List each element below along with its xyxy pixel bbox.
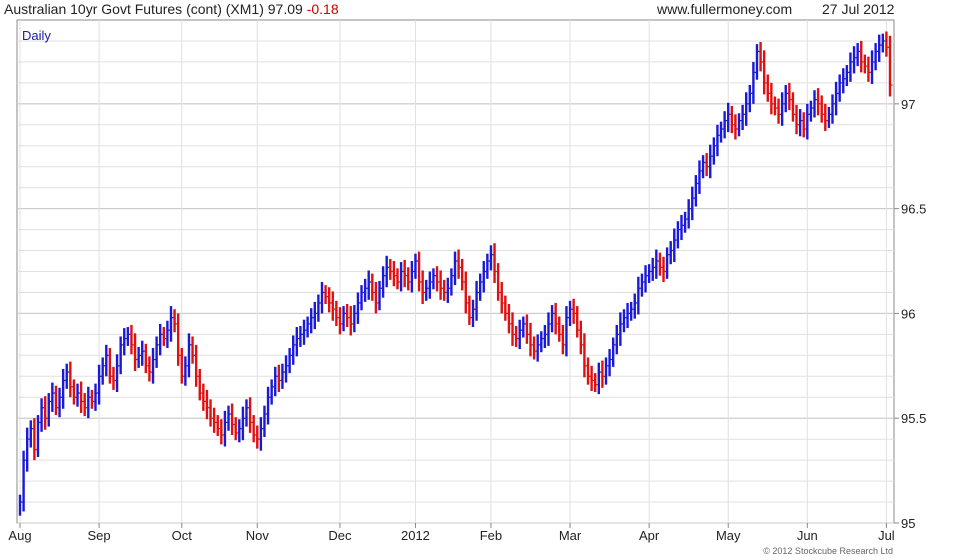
x-tick-label: Mar [559,528,582,543]
y-tick-label: 97 [901,97,915,112]
x-tick-label: Oct [172,528,193,543]
x-tick-label: Aug [8,528,31,543]
x-tick-label: May [716,528,741,543]
x-tick-label: Sep [88,528,111,543]
y-tick-label: 96 [901,306,915,321]
x-tick-label: Feb [480,528,502,543]
copyright-credit: © 2012 Stockcube Research Ltd [763,546,893,556]
y-tick-label: 95.5 [901,411,926,426]
x-tick-label: 2012 [401,528,430,543]
x-tick-label: Jun [797,528,818,543]
x-tick-label: Jul [878,528,895,543]
period-label: Daily [22,28,51,43]
y-tick-label: 95 [901,516,915,531]
x-tick-label: Dec [328,528,352,543]
x-tick-label: Apr [639,528,660,543]
x-tick-label: Nov [246,528,270,543]
y-tick-label: 96.5 [901,202,926,217]
price-chart: 95 95.5 96 96.5 97 Aug Sep Oct Nov Dec 2012 Feb Mar A… [8,19,926,556]
